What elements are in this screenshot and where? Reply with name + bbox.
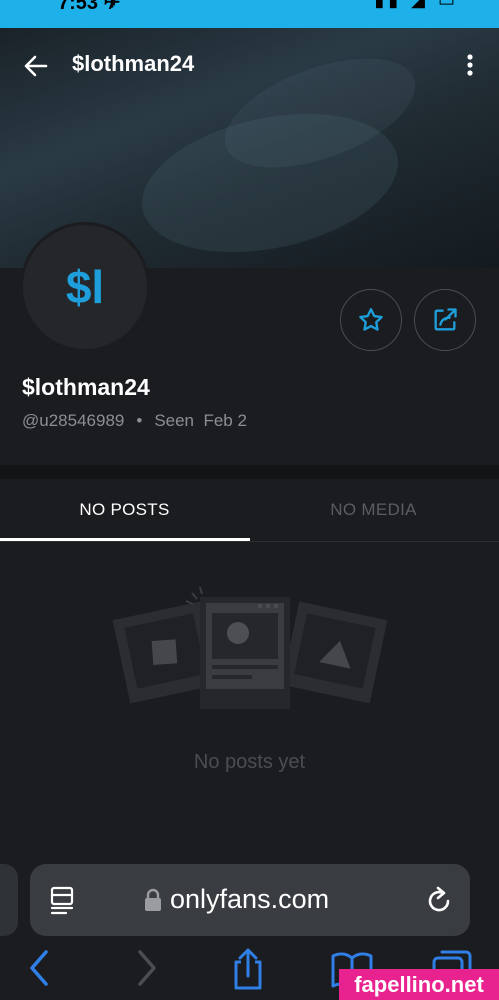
- favorite-button[interactable]: [340, 289, 402, 351]
- status-bar: 7:53 ✈ ▮▮ ◢ ▭: [0, 0, 499, 28]
- empty-state-text: No posts yet: [193, 751, 306, 773]
- back-button[interactable]: [20, 50, 52, 82]
- star-icon: [359, 308, 383, 331]
- content-tabs: NO POSTS NO MEDIA: [0, 479, 499, 542]
- reload-icon: [428, 886, 450, 912]
- reader-mode-button[interactable]: [48, 885, 76, 915]
- status-icons: ▮▮ ◢ ▭: [374, 0, 459, 10]
- chevron-right-icon[interactable]: [132, 948, 162, 988]
- tab-media[interactable]: NO MEDIA: [249, 479, 498, 541]
- watermark: fapellino.net: [339, 969, 499, 1000]
- profile-name: $lothman24: [22, 374, 150, 400]
- chevron-left-icon[interactable]: [24, 948, 54, 988]
- profile-meta: @u28546989 • Seen Feb 2: [22, 411, 247, 431]
- active-tab-indicator: [0, 538, 250, 541]
- reader-icon: [50, 886, 74, 915]
- more-options-button[interactable]: [458, 52, 482, 80]
- previous-tab-preview[interactable]: [0, 864, 18, 936]
- lock-icon-wrap: [144, 888, 162, 912]
- share-profile-button[interactable]: [414, 289, 476, 351]
- back-arrow-icon: [24, 55, 48, 77]
- share-icon: [434, 308, 457, 331]
- status-time: 7:53 ✈: [58, 0, 121, 14]
- reload-button[interactable]: [424, 884, 454, 916]
- more-vert-icon: [467, 54, 473, 76]
- meta-separator: •: [136, 411, 143, 430]
- lock-icon: [145, 888, 161, 911]
- page-title: $lothman24: [72, 51, 195, 76]
- tab-posts[interactable]: NO POSTS: [0, 479, 249, 541]
- avatar-initials: $l: [65, 261, 105, 313]
- last-seen: Seen Feb 2: [154, 411, 247, 430]
- share-upload-icon[interactable]: [228, 948, 268, 992]
- empty-posts-illustration: [112, 586, 388, 709]
- section-divider: [0, 465, 499, 479]
- url-text[interactable]: onlyfans.com: [170, 884, 329, 915]
- avatar[interactable]: $l: [20, 222, 150, 352]
- profile-handle: @u28546989: [22, 411, 125, 430]
